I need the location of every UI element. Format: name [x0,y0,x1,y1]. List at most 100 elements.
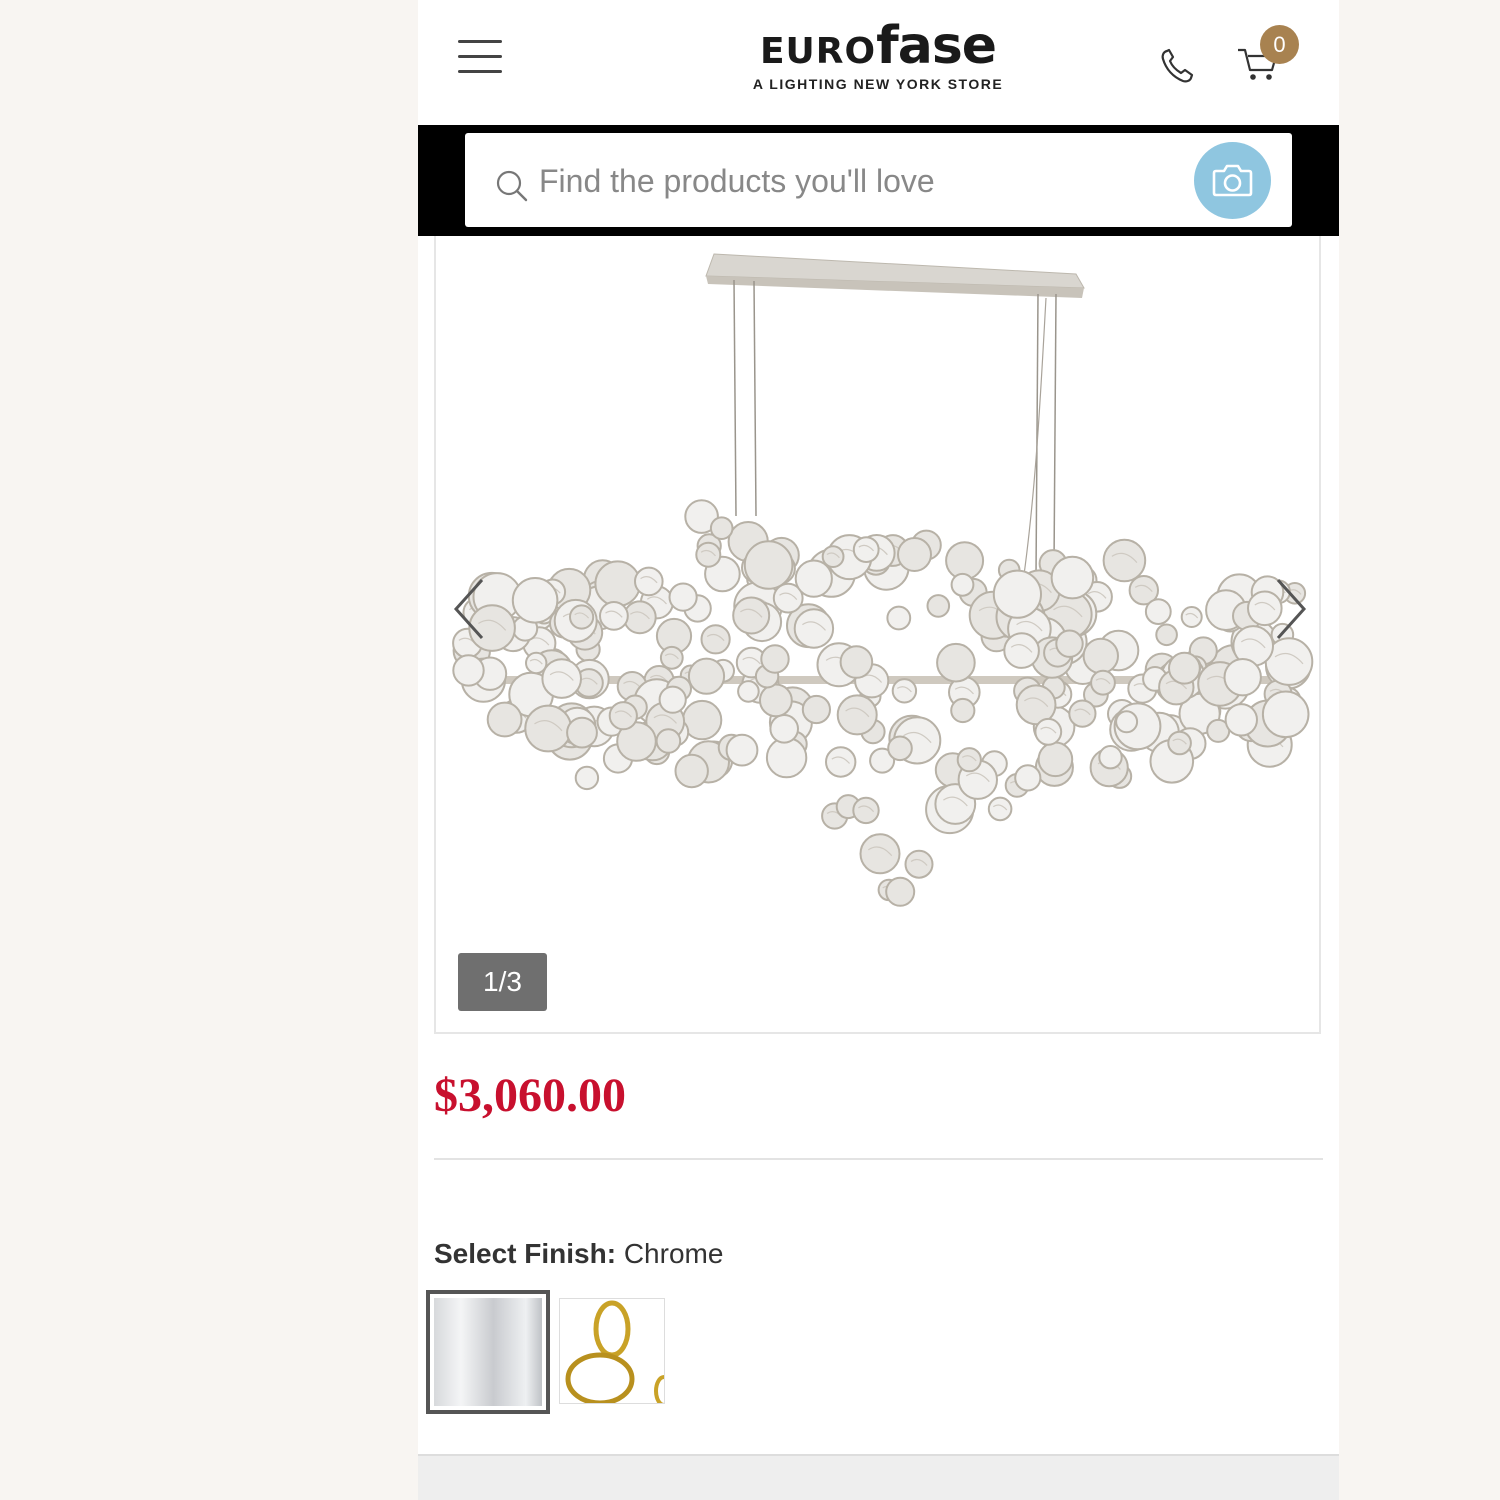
glass-disc [821,545,845,569]
finish-label-prefix: Select Finish: [434,1238,617,1269]
search-icon [495,169,529,203]
search-input[interactable] [537,155,1181,207]
cart-count-badge: 0 [1260,25,1299,64]
glass-disc [950,572,975,597]
glass-disc [574,765,600,791]
logo-euro-text: EURO [759,31,877,72]
glass-disc [765,736,808,779]
glass-disc [839,645,874,679]
glass-disc [1068,699,1097,728]
glass-disc [885,876,916,907]
glass-disc [1168,651,1201,685]
glass-disc [1098,745,1123,770]
glass-disc [950,697,976,724]
glass-disc [891,678,918,704]
glass-disc [926,594,951,618]
next-image-arrow[interactable] [1270,576,1310,642]
finish-swatch-gold[interactable] [559,1298,665,1404]
glass-disc [658,685,687,714]
glass-disc [1034,717,1063,746]
glass-disc [904,849,934,879]
glass-disc [1224,703,1258,737]
glass-disc [1223,658,1262,697]
glass-disc [1055,629,1084,658]
site-logo[interactable]: EUROfase A LIGHTING NEW YORK STORE [718,20,1038,92]
glass-disc [1167,730,1192,756]
glass-disc [1144,598,1172,626]
glass-disc [674,753,709,789]
glass-disc [1102,538,1147,583]
glass-disc [687,657,726,695]
glass-disc [794,559,833,598]
glass-disc [1003,632,1040,669]
glass-disc [801,694,831,725]
divider [434,1158,1323,1160]
glass-disc [737,680,760,703]
logo-fase-text: fase [876,16,997,76]
glass-disc [594,560,641,608]
footer-strip [418,1454,1339,1500]
glass-disc [599,601,629,631]
glass-disc [1082,637,1119,675]
glass-disc [452,654,485,687]
glass-disc [569,604,595,630]
glass-disc [655,728,682,754]
glass-disc [1090,669,1116,696]
image-counter: 1/3 [458,953,547,1011]
glass-disc [897,537,932,572]
glass-disc [524,704,573,753]
previous-image-arrow[interactable] [450,576,490,642]
glass-disc [760,644,790,674]
glass-disc [695,541,722,568]
glass-disc [852,796,880,825]
glass-disc [1115,710,1139,734]
product-price: $3,060.00 [434,1069,626,1122]
glass-disc [769,714,800,744]
glass-disc [634,566,664,597]
glass-disc [1180,606,1203,628]
glass-disc [992,569,1043,619]
glass-disc [887,735,913,762]
search-bar [418,125,1339,236]
glass-disc [1014,764,1042,792]
glass-disc [836,694,878,736]
glass-disc [936,642,976,683]
glass-disc [566,716,598,749]
chandelier-glass-discs [452,499,1314,907]
finish-swatch-chrome[interactable] [426,1290,550,1414]
product-image-gallery: 1/3 [434,236,1321,1034]
glass-disc [541,658,582,699]
product-page: EUROfase A LIGHTING NEW YORK STORE 0 Fin… [418,0,1339,1500]
phone-icon[interactable] [1160,46,1196,86]
camera-icon[interactable] [1194,142,1271,219]
chandelier-product-image[interactable] [436,236,1319,936]
glass-disc [709,516,734,541]
site-header: EUROfase A LIGHTING NEW YORK STORE 0 [418,0,1339,125]
logo-tagline: A LIGHTING NEW YORK STORE [752,76,1004,92]
glass-disc [852,536,880,564]
search-box [465,133,1292,227]
glass-disc [511,577,559,624]
glass-disc [486,701,523,738]
glass-disc [668,582,698,612]
glass-disc [956,747,982,773]
glass-disc [732,596,771,635]
menu-icon[interactable] [458,40,502,74]
glass-disc [659,645,684,670]
glass-disc [1155,623,1178,647]
glass-disc [793,608,835,649]
glass-disc [608,701,638,731]
glass-disc [1050,555,1095,600]
glass-disc [1037,741,1074,778]
finish-selector-label: Select Finish: Chrome [434,1238,723,1270]
glass-disc [700,624,731,655]
glass-disc [1261,690,1310,739]
glass-disc [859,833,901,875]
glass-disc [759,683,793,718]
glass-disc [743,540,794,590]
glass-disc [725,733,759,767]
glass-disc [987,796,1013,822]
selected-finish-value: Chrome [623,1238,724,1269]
glass-disc [825,746,857,778]
glass-disc [886,605,912,631]
